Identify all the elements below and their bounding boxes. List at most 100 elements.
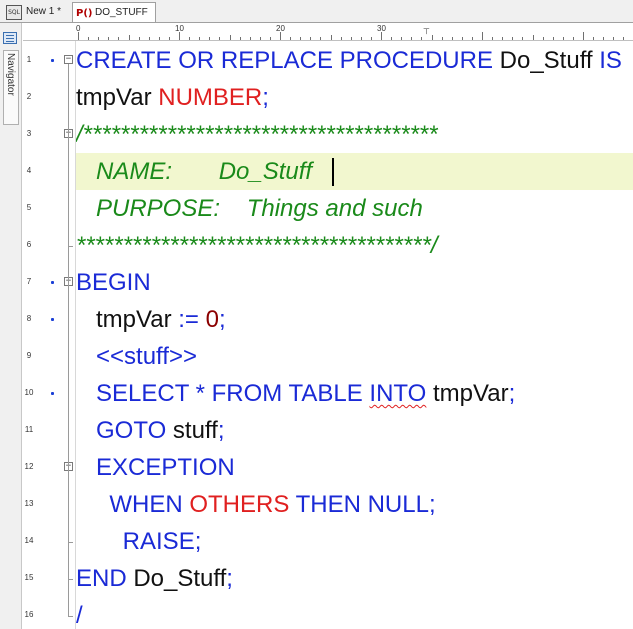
ruler-tick: [290, 37, 292, 40]
code-line-7[interactable]: BEGIN: [76, 264, 633, 301]
ruler-tick: [98, 37, 100, 40]
ruler-tick: [492, 37, 494, 40]
code-line-12[interactable]: EXCEPTION: [76, 449, 633, 486]
code-line-15[interactable]: END Do_Stuff;: [76, 560, 633, 597]
ruler-tick: [583, 32, 584, 40]
line-number: 5: [26, 203, 32, 212]
ruler-tick: [128, 35, 130, 40]
ruler-tick: [239, 37, 241, 40]
fold-range-line: [68, 471, 69, 542]
line-number: 3: [26, 129, 32, 138]
code-line-4-current[interactable]: NAME: Do_Stuff: [76, 153, 633, 190]
ruler-tick: [421, 37, 423, 40]
text-caret: [332, 158, 334, 186]
ruler-tick: [88, 37, 90, 40]
procedure-icon: P(): [76, 8, 93, 19]
ruler-tick: [148, 37, 150, 40]
tab-do-stuff[interactable]: P() DO_STUFF: [72, 2, 156, 22]
ruler-number: 30: [377, 24, 386, 33]
ruler-tick: [310, 37, 312, 40]
ruler-tick: [229, 35, 231, 40]
ruler-number: 0: [76, 24, 81, 33]
code-editor[interactable]: CREATE OR REPLACE PROCEDURE Do_Stuff IS …: [76, 41, 633, 629]
code-line-5[interactable]: PURPOSE: Things and such: [76, 190, 633, 227]
ruler-tick: [108, 37, 110, 40]
ruler-tick: [179, 32, 180, 40]
line-number: 1: [26, 55, 32, 64]
ruler-tick: [168, 37, 170, 40]
navigator-label: Navigator: [5, 53, 16, 96]
ruler-tick: [532, 35, 534, 40]
code-line-9[interactable]: <<stuff>>: [76, 338, 633, 375]
line-number: 7: [26, 277, 32, 286]
ruler-tick: [593, 37, 595, 40]
ruler-tick: [300, 37, 302, 40]
line-number: 15: [24, 573, 34, 582]
line-number: 14: [24, 536, 34, 545]
ruler-tick: [249, 37, 251, 40]
code-line-6[interactable]: **************************************/: [76, 227, 633, 264]
ruler-tick: [381, 32, 382, 40]
code-line-3[interactable]: /**************************************: [76, 116, 633, 153]
ruler-number: 20: [276, 24, 285, 33]
side-panel-strip: Navigator: [0, 23, 22, 629]
code-line-16[interactable]: /: [76, 597, 633, 629]
ruler-tick: [199, 37, 201, 40]
ruler-tick: [360, 37, 362, 40]
ruler-cursor-marker: ⊤: [423, 27, 430, 36]
ruler-tick: [189, 37, 191, 40]
ruler-tick: [138, 37, 140, 40]
ruler-tick: [552, 37, 554, 40]
fold-range-end: [68, 542, 73, 543]
ruler-tick: [471, 37, 473, 40]
ruler-tick: [340, 37, 342, 40]
code-line-11[interactable]: GOTO stuff;: [76, 412, 633, 449]
fold-range-end: [68, 616, 73, 617]
tab-new-1[interactable]: SQL New 1 *: [2, 2, 72, 22]
ruler-tick: [280, 32, 281, 40]
line-number: 12: [24, 462, 34, 471]
statement-marker-icon[interactable]: [51, 59, 54, 62]
line-number: 8: [26, 314, 32, 323]
statement-marker-icon[interactable]: [51, 281, 54, 284]
ruler-tick: [613, 37, 615, 40]
ruler-tick: [391, 37, 393, 40]
code-line-2[interactable]: tmpVar NUMBER;: [76, 79, 633, 116]
ruler-tick: [461, 37, 463, 40]
code-line-13[interactable]: WHEN OTHERS THEN NULL;: [76, 486, 633, 523]
ruler-number: 10: [175, 24, 184, 33]
ruler-tick: [219, 37, 221, 40]
fold-range-end: [68, 246, 73, 247]
navigator-icon[interactable]: [3, 32, 17, 44]
line-number: 10: [24, 388, 34, 397]
ruler-tick: [78, 32, 79, 40]
ruler-tick: [350, 37, 352, 40]
code-line-10[interactable]: SELECT * FROM TABLE INTO tmpVar;: [76, 375, 633, 412]
ruler-tick: [158, 37, 160, 40]
fold-range-end: [68, 579, 73, 580]
code-line-14[interactable]: RAISE;: [76, 523, 633, 560]
ruler-tick: [512, 37, 514, 40]
ruler-tick: [118, 37, 120, 40]
ruler-tick: [441, 37, 443, 40]
ruler-tick: [330, 35, 332, 40]
navigator-tab[interactable]: Navigator: [3, 50, 19, 125]
ruler-tick: [603, 37, 605, 40]
tab-label: DO_STUFF: [95, 7, 148, 18]
column-ruler: 0 10 20 30 ⊤: [23, 23, 633, 41]
ruler-tick: [320, 37, 322, 40]
statement-marker-icon[interactable]: [51, 392, 54, 395]
fold-range-line: [68, 138, 69, 246]
sql-file-icon: SQL: [6, 5, 22, 20]
ruler-tick: [482, 32, 483, 40]
line-number: 4: [26, 166, 32, 175]
code-line-8[interactable]: tmpVar := 0;: [76, 301, 633, 338]
ruler-tick: [572, 37, 574, 40]
ruler-tick: [562, 37, 564, 40]
fold-collapse-icon[interactable]: −: [64, 55, 73, 64]
line-number: 9: [26, 351, 32, 360]
statement-marker-icon[interactable]: [51, 318, 54, 321]
ruler-tick: [431, 35, 433, 40]
line-number: 11: [24, 425, 34, 434]
code-line-1[interactable]: CREATE OR REPLACE PROCEDURE Do_Stuff IS: [76, 42, 633, 79]
